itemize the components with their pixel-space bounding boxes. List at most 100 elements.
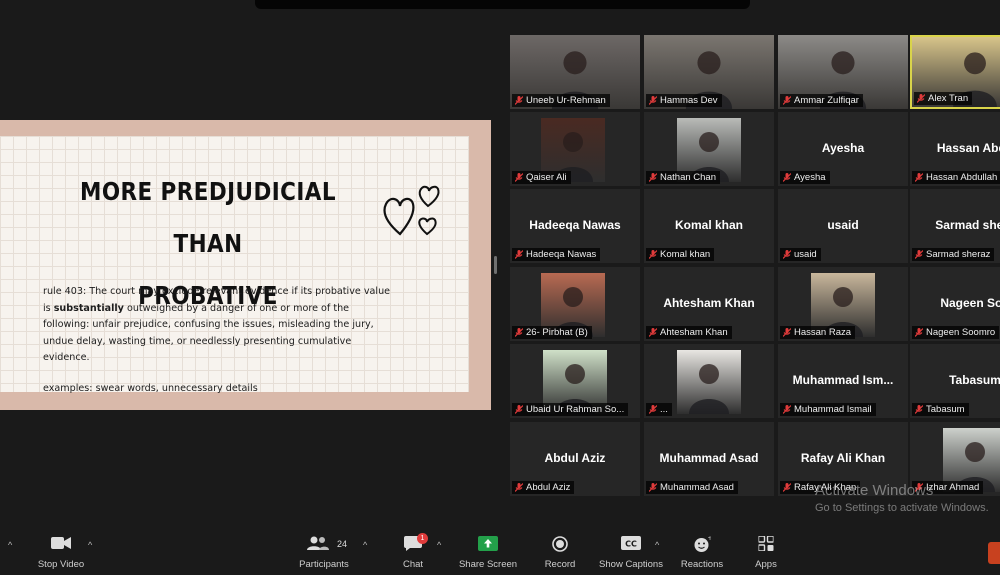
participant-nameplate: Nathan Chan (646, 171, 720, 184)
participant-center-name: Nageen Soo (940, 296, 1000, 310)
participant-name: Sarmad sheraz (926, 249, 991, 260)
participant-nameplate: Hassan Abdullah (912, 171, 1000, 184)
participant-tile[interactable]: Hassan Abdu Hassan Abdullah (910, 112, 1000, 186)
activate-windows-watermark: Activate Windows (815, 482, 934, 499)
participant-center-name: Sarmad shera (935, 218, 1000, 232)
participant-center-name: Abdul Aziz (544, 451, 606, 465)
participant-center-name: Rafay Ali Khan (800, 451, 886, 465)
participant-center-name: Hassan Abdu (936, 141, 1000, 155)
participant-name: Muhammad Ismail (794, 404, 872, 415)
participant-tile[interactable]: Ubaid Ur Rahman So... (510, 344, 640, 418)
captions-options-caret[interactable]: ^ (655, 540, 659, 550)
participant-tile[interactable]: Komal khan Komal khan (644, 189, 774, 263)
participant-nameplate: 26- Pirbhat (B) (512, 326, 592, 339)
participant-tile[interactable]: Hammas Dev (644, 35, 774, 109)
participant-center-name: Ahtesham Khan (663, 296, 755, 310)
slide-examples: examples: swear words, unnecessary detai… (43, 383, 258, 394)
participant-center-name: Ayesha (821, 141, 865, 155)
chat-options-caret[interactable]: ^ (437, 540, 441, 550)
apps-grid-icon (758, 536, 774, 551)
participant-tile[interactable]: Hassan Raza (778, 267, 908, 341)
participant-nameplate: ... (646, 403, 672, 416)
participants-label: Participants (299, 559, 349, 570)
slide-page: MORE PREDJUDICIAL THAN PROBATIVE rule 40… (0, 136, 469, 394)
slide-body: rule 403: The court may exclude relevant… (43, 284, 398, 367)
participant-name: Uneeb Ur-Rehman (526, 95, 606, 106)
participants-options-caret[interactable]: ^ (363, 540, 367, 550)
participant-name: Ammar Zulfiqar (794, 95, 859, 106)
video-camera-icon (51, 537, 71, 549)
participant-nameplate: Uneeb Ur-Rehman (512, 94, 610, 107)
reactions-button[interactable]: + Reactions (678, 530, 726, 575)
participant-tile[interactable]: Alex Tran (910, 35, 1000, 109)
video-options-caret[interactable]: ^ (88, 540, 92, 550)
participant-nameplate: Hassan Raza (780, 326, 856, 339)
participant-nameplate: Alex Tran (914, 92, 973, 105)
split-resize-handle[interactable] (494, 256, 497, 274)
participant-nameplate: usaid (780, 248, 821, 261)
participant-name: Tabasum (926, 404, 965, 415)
muted-mic-icon (515, 96, 523, 105)
svg-text:+: + (708, 536, 711, 542)
participant-nameplate: Ahtesham Khan (646, 326, 732, 339)
participant-tile[interactable]: Qaiser Ali (510, 112, 640, 186)
participant-tile[interactable]: Abdul Aziz Abdul Aziz (510, 422, 640, 496)
participant-tile[interactable]: Uneeb Ur-Rehman (510, 35, 640, 109)
participant-name: Hassan Raza (794, 327, 852, 338)
participants-count: 24 (337, 539, 348, 549)
share-screen-button[interactable]: Share Screen (455, 530, 521, 575)
participant-tile[interactable]: Nathan Chan (644, 112, 774, 186)
participant-name: Muhammad Asad (660, 482, 734, 493)
person-silhouette-icon (689, 364, 729, 414)
participant-nameplate: Sarmad sheraz (912, 248, 995, 261)
muted-mic-icon (649, 483, 657, 492)
apps-label: Apps (755, 559, 777, 570)
participant-tile[interactable]: Muhammad Ism... Muhammad Ismail (778, 344, 908, 418)
participant-tile[interactable]: ... (644, 344, 774, 418)
muted-mic-icon (515, 405, 523, 414)
muted-mic-icon (649, 96, 657, 105)
record-label: Record (544, 559, 576, 570)
participant-tile[interactable]: Nageen Soo Nageen Soomro (910, 267, 1000, 341)
participant-name: Ahtesham Khan (660, 327, 728, 338)
participant-name: 26- Pirbhat (B) (526, 327, 588, 338)
participant-tile[interactable]: usaid usaid (778, 189, 908, 263)
svg-text:CC: CC (625, 540, 637, 549)
record-icon (552, 536, 568, 552)
participant-tile[interactable]: Tabasum Tabasum (910, 344, 1000, 418)
participant-name: Hadeeqa Nawas (526, 249, 597, 260)
participants-button[interactable]: 24 Participants (292, 530, 356, 575)
participant-tile[interactable]: Muhammad Asad Muhammad Asad (644, 422, 774, 496)
apps-button[interactable]: Apps (748, 530, 784, 575)
stop-video-button[interactable]: Stop Video (30, 530, 92, 575)
participant-name: Qaiser Ali (526, 172, 567, 183)
share-screen-label: Share Screen (458, 559, 518, 570)
muted-mic-icon (915, 328, 923, 337)
participant-nameplate: Ammar Zulfiqar (780, 94, 863, 107)
top-bar (255, 0, 750, 9)
participant-name: Nageen Soomro (926, 327, 996, 338)
participant-tile[interactable]: Hadeeqa Nawas Hadeeqa Nawas (510, 189, 640, 263)
participant-nameplate: Ubaid Ur Rahman So... (512, 403, 629, 416)
chat-button[interactable]: 1 Chat (392, 530, 434, 575)
participant-tile[interactable]: Ahtesham Khan Ahtesham Khan (644, 267, 774, 341)
shared-screen: MORE PREDJUDICIAL THAN PROBATIVE rule 40… (0, 120, 491, 410)
participant-center-name: Tabasum (949, 373, 1000, 387)
participant-tile[interactable]: 26- Pirbhat (B) (510, 267, 640, 341)
mute-options-caret[interactable]: ^ (8, 540, 12, 550)
closed-captions-icon: CC (621, 536, 641, 550)
muted-mic-icon (649, 405, 657, 414)
participant-nameplate: Tabasum (912, 403, 969, 416)
participant-name: Izhar Ahmad (926, 482, 980, 493)
participant-tile[interactable]: Sarmad shera Sarmad sheraz (910, 189, 1000, 263)
hearts-icon (383, 185, 440, 236)
end-meeting-button[interactable] (988, 542, 1000, 564)
record-button[interactable]: Record (538, 530, 582, 575)
meeting-toolbar: ^ Stop Video ^ 24 Participants ^ 1 Chat … (0, 530, 1000, 575)
participant-tile[interactable]: Ayesha Ayesha (778, 112, 908, 186)
participant-name: usaid (794, 249, 817, 260)
show-captions-button[interactable]: CC Show Captions (597, 530, 665, 575)
participant-center-name: Komal khan (674, 218, 743, 232)
participant-tile[interactable]: Ammar Zulfiqar (778, 35, 908, 109)
muted-mic-icon (515, 328, 523, 337)
